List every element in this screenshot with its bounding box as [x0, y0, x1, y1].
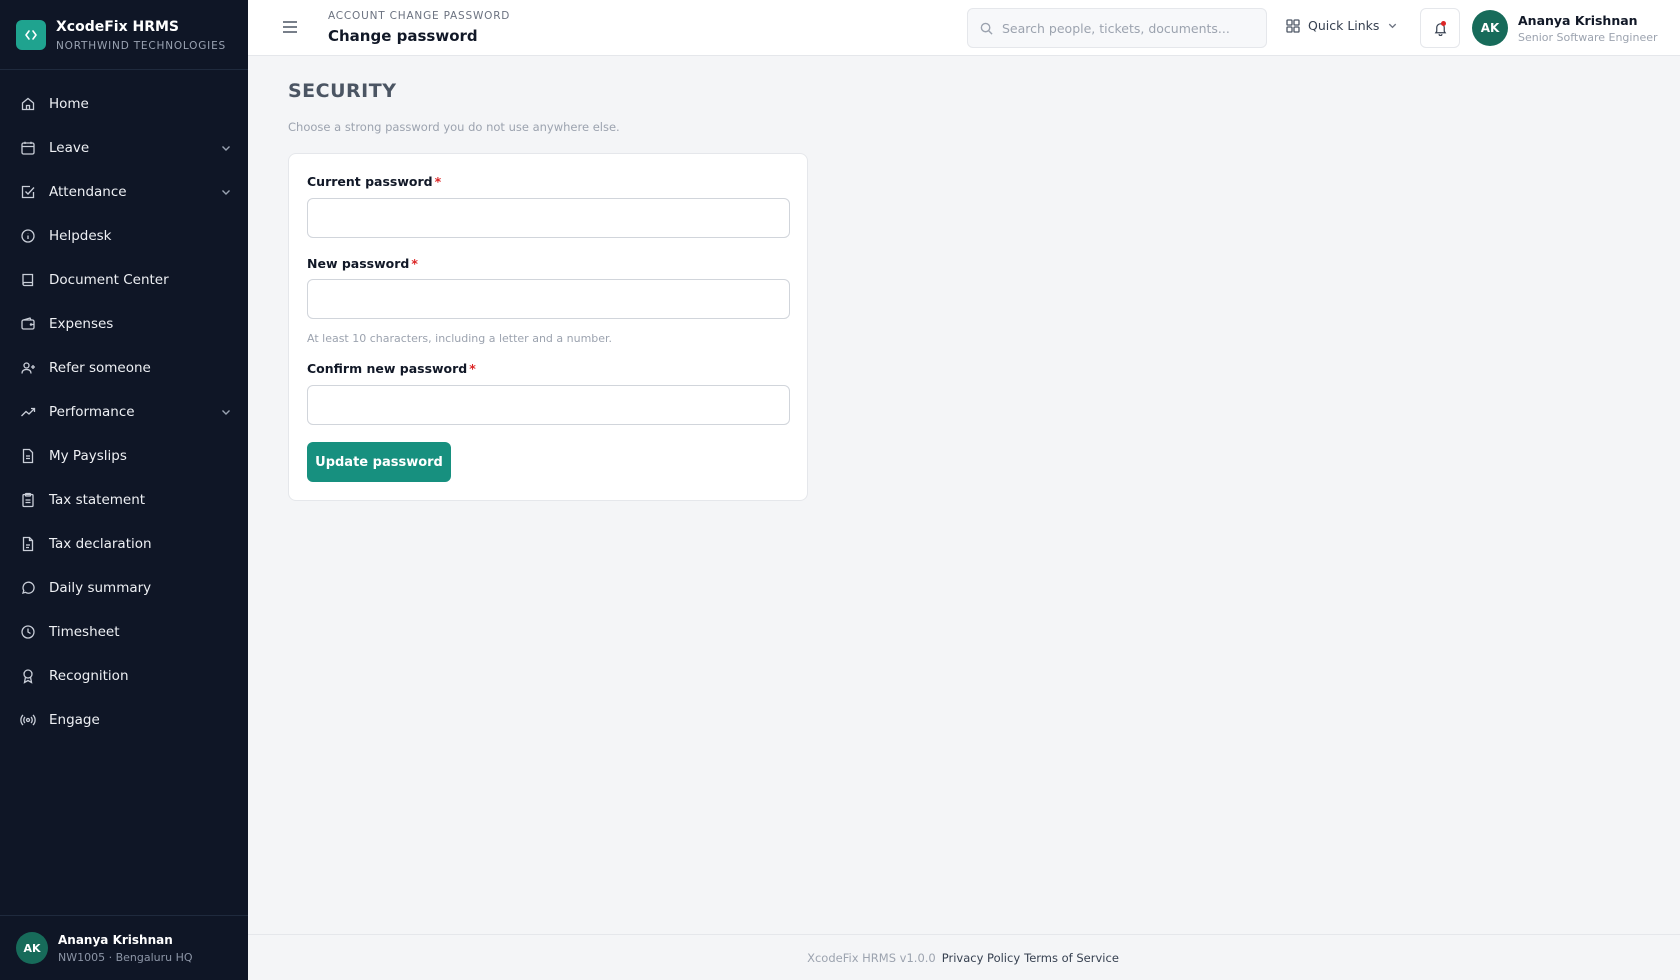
sidebar-item-document-center[interactable]: Document Center [0, 258, 248, 302]
brand-org: NORTHWIND TECHNOLOGIES [56, 39, 226, 52]
confirm-password-label-text: Confirm new password [307, 361, 468, 376]
sidebar-item-expenses[interactable]: Expenses [0, 302, 248, 346]
brand[interactable]: XcodeFix HRMS NORTHWIND TECHNOLOGIES [0, 0, 248, 70]
brand-name: XcodeFix HRMS [56, 18, 180, 35]
sidebar-item-label: Recognition [49, 668, 129, 684]
sidebar-item-home[interactable]: Home [0, 82, 248, 126]
sidebar-item-recognition[interactable]: Recognition [0, 654, 248, 698]
info-icon [20, 228, 36, 244]
sidebar-item-engage[interactable]: Engage [0, 698, 248, 742]
sidebar-item-tax-declaration[interactable]: Tax declaration [0, 522, 248, 566]
sidebar-item-timesheet[interactable]: Timesheet [0, 610, 248, 654]
message-circle-icon [20, 580, 36, 596]
file-text-icon [20, 448, 36, 464]
sidebar-item-label: Tax statement [49, 492, 146, 508]
trending-up-icon [20, 404, 36, 420]
sidebar: XcodeFix HRMS NORTHWIND TECHNOLOGIES Hom… [0, 0, 248, 980]
sidebar-item-label: Tax declaration [49, 536, 152, 552]
chevron-down-icon[interactable] [220, 406, 232, 418]
sidebar-item-label: Helpdesk [49, 228, 112, 244]
sidebar-item-label: Daily summary [49, 580, 152, 596]
user-name: Ananya Krishnan [1518, 12, 1638, 28]
sidebar-nav: Home Leave Attendance Helpdesk Document … [0, 70, 248, 742]
sidebar-item-my-payslips[interactable]: My Payslips [0, 434, 248, 478]
file-icon [20, 536, 36, 552]
main-content: SECURITY Choose a strong password you do… [248, 56, 1680, 934]
breadcrumb: ACCOUNT CHANGE PASSWORD [328, 10, 511, 22]
menu-icon[interactable] [282, 20, 298, 34]
change-password-form: Current password * New password * At least… [288, 153, 808, 501]
terms-of-service-link[interactable]: Terms of Service [1024, 951, 1119, 965]
clipboard-icon [20, 492, 36, 508]
search-icon [980, 22, 993, 35]
sidebar-item-label: Performance [49, 404, 135, 420]
user-role: Senior Software Engineer [1518, 30, 1658, 44]
section-subtitle: Choose a strong password you do not use … [288, 120, 620, 134]
current-password-field[interactable] [307, 198, 790, 238]
avatar: AK [1472, 10, 1508, 46]
sidebar-item-attendance[interactable]: Attendance [0, 170, 248, 214]
new-password-label: New password * [307, 256, 418, 271]
sidebar-item-leave[interactable]: Leave [0, 126, 248, 170]
clock-icon [20, 624, 36, 640]
sidebar-item-label: Refer someone [49, 360, 151, 376]
sidebar-item-helpdesk[interactable]: Helpdesk [0, 214, 248, 258]
new-password-field[interactable] [307, 279, 790, 319]
sidebar-user-meta: NW1005 · Bengaluru HQ [58, 950, 193, 964]
sidebar-item-label: Home [49, 96, 89, 112]
chevron-down-icon [1389, 23, 1397, 29]
sidebar-item-refer-someone[interactable]: Refer someone [0, 346, 248, 390]
current-password-label-text: Current password [307, 174, 433, 189]
quick-links-button[interactable]: Quick Links [1286, 18, 1398, 33]
chevron-down-icon[interactable] [220, 142, 232, 154]
calendar-icon [20, 140, 36, 156]
new-password-hint: At least 10 characters, including a lett… [307, 332, 613, 345]
privacy-policy-link[interactable]: Privacy Policy [942, 951, 1020, 965]
global-search[interactable] [967, 8, 1267, 48]
update-password-button[interactable]: Update password [307, 442, 451, 482]
sidebar-item-label: My Payslips [49, 448, 127, 464]
sidebar-item-label: Engage [49, 712, 100, 728]
user-menu[interactable]: AK Ananya Krishnan Senior Software Engin… [1472, 10, 1658, 46]
sidebar-item-daily-summary[interactable]: Daily summary [0, 566, 248, 610]
app-version: XcodeFix HRMS v1.0.0 [807, 950, 936, 965]
required-mark: * [434, 174, 442, 189]
sidebar-user[interactable]: AK Ananya Krishnan NW1005 · Bengaluru HQ [0, 915, 248, 980]
quick-links-label: Quick Links [1308, 18, 1380, 33]
sidebar-item-label: Document Center [49, 272, 169, 288]
book-icon [20, 272, 36, 288]
sidebar-item-performance[interactable]: Performance [0, 390, 248, 434]
footer: XcodeFix HRMS v1.0.0 Privacy Policy Term… [248, 934, 1680, 980]
confirm-password-field[interactable] [307, 385, 790, 425]
notification-badge [1441, 21, 1446, 26]
section-title: SECURITY [288, 80, 397, 102]
code-brackets-icon [16, 19, 46, 50]
search-input[interactable] [1002, 20, 1242, 36]
required-mark: * [469, 361, 476, 376]
sidebar-user-name: Ananya Krishnan [58, 932, 173, 947]
user-plus-icon [20, 360, 36, 376]
check-square-icon [20, 184, 36, 200]
sidebar-item-label: Attendance [49, 184, 127, 200]
wallet-icon [20, 316, 36, 332]
current-password-label: Current password * [307, 174, 441, 189]
top-header: ACCOUNT CHANGE PASSWORD Change password … [248, 0, 1680, 56]
page-title: Change password [328, 27, 478, 45]
new-password-label-text: New password [307, 256, 410, 271]
award-icon [20, 668, 36, 684]
sidebar-item-label: Timesheet [49, 624, 120, 640]
sidebar-item-label: Expenses [49, 316, 114, 332]
confirm-password-label: Confirm new password * [307, 361, 476, 376]
sidebar-item-tax-statement[interactable]: Tax statement [0, 478, 248, 522]
required-mark: * [411, 256, 418, 271]
radio-icon [20, 712, 36, 728]
sidebar-item-label: Leave [49, 140, 90, 156]
avatar: AK [16, 932, 48, 964]
home-icon [20, 96, 36, 112]
chevron-down-icon[interactable] [220, 186, 232, 198]
notifications-button[interactable] [1420, 8, 1460, 48]
grid-icon [1286, 18, 1300, 33]
